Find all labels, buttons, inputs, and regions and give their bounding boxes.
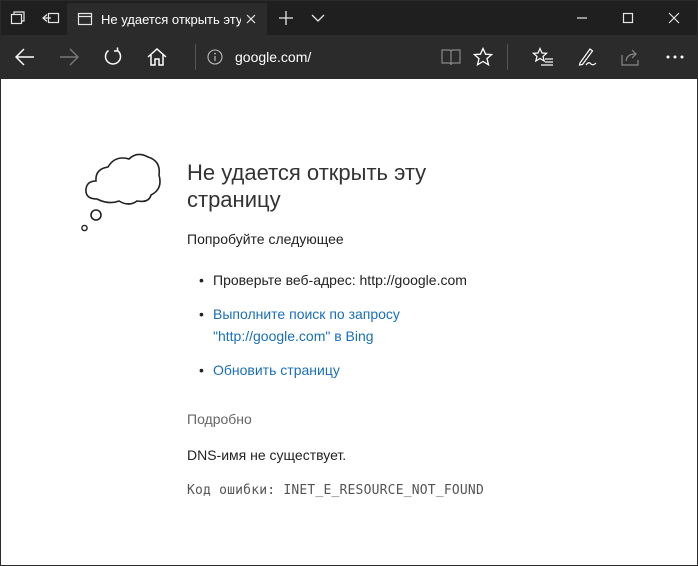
search-bing-line2: "http://google.com" в Bing xyxy=(213,328,374,344)
tab-page-icon xyxy=(77,12,93,26)
set-aside-tabs-icon xyxy=(42,12,60,24)
title-bar: Не удается открыть эту xyxy=(1,1,697,35)
info-icon xyxy=(207,49,223,65)
share-button[interactable] xyxy=(611,35,651,79)
web-note-icon xyxy=(578,48,597,66)
close-tab-button[interactable] xyxy=(241,9,261,29)
search-bing-link[interactable]: Выполните поиск по запросу "http://google… xyxy=(213,306,400,344)
navigation-bar: google.com/ xyxy=(1,35,697,79)
more-button[interactable] xyxy=(655,35,695,79)
tab-preview-button[interactable] xyxy=(303,1,333,35)
address-bar[interactable]: google.com/ xyxy=(235,47,311,67)
maximize-icon xyxy=(622,12,634,24)
list-item: Обновить страницу xyxy=(199,359,559,381)
favorite-star-icon xyxy=(473,47,493,67)
tabs-overview-button[interactable] xyxy=(1,1,35,35)
browser-window: Не удается открыть эту google.com/ Не уд… xyxy=(0,0,698,566)
minimize-button[interactable] xyxy=(559,1,605,35)
site-info-button[interactable] xyxy=(199,35,231,79)
error-page: Не удается открыть эту страницу Попробуй… xyxy=(1,79,697,565)
reading-view-icon xyxy=(441,49,461,66)
list-item: Проверьте веб-адрес: http://google.com xyxy=(199,269,559,291)
dns-message: DNS-имя не существует. xyxy=(187,447,347,463)
error-heading: Не удается открыть эту страницу xyxy=(187,160,427,212)
new-tab-icon xyxy=(279,11,293,25)
check-address-text: Проверьте веб-адрес: http://google.com xyxy=(213,272,467,288)
share-icon xyxy=(621,49,639,66)
refresh-button[interactable] xyxy=(93,35,133,79)
web-note-button[interactable] xyxy=(567,35,607,79)
close-window-icon xyxy=(668,12,680,24)
forward-button[interactable] xyxy=(49,35,89,79)
tab-title: Не удается открыть эту xyxy=(101,11,241,27)
favorites-hub-icon xyxy=(532,47,553,66)
back-icon xyxy=(15,48,34,66)
search-bing-line1: Выполните поиск по запросу xyxy=(213,306,400,322)
home-icon xyxy=(147,48,167,66)
try-text: Попробуйте следующее xyxy=(187,231,344,247)
refresh-icon xyxy=(104,47,122,65)
refresh-page-link[interactable]: Обновить страницу xyxy=(213,362,340,378)
details-toggle[interactable]: Подробно xyxy=(187,411,252,427)
set-aside-tabs-button[interactable] xyxy=(35,1,67,35)
back-button[interactable] xyxy=(5,35,45,79)
active-tab[interactable]: Не удается открыть эту xyxy=(67,3,267,35)
add-favorite-button[interactable] xyxy=(463,35,503,79)
tab-preview-icon xyxy=(311,14,325,22)
tabs-overview-icon xyxy=(10,11,25,25)
more-icon xyxy=(666,55,684,59)
minimize-icon xyxy=(577,17,587,19)
favorites-hub-button[interactable] xyxy=(523,35,563,79)
nav-separator xyxy=(195,44,196,70)
new-tab-button[interactable] xyxy=(271,1,301,35)
thought-bubble-icon xyxy=(81,153,161,232)
error-code: Код ошибки: INET_E_RESOURCE_NOT_FOUND xyxy=(187,483,484,498)
nav-separator-2 xyxy=(507,44,508,70)
list-item: Выполните поиск по запросу "http://google… xyxy=(199,303,559,347)
close-tab-icon xyxy=(246,14,256,24)
close-window-button[interactable] xyxy=(651,1,697,35)
home-button[interactable] xyxy=(137,35,177,79)
maximize-button[interactable] xyxy=(605,1,651,35)
forward-icon xyxy=(60,48,79,66)
suggestion-list: Проверьте веб-адрес: http://google.com В… xyxy=(199,269,559,393)
